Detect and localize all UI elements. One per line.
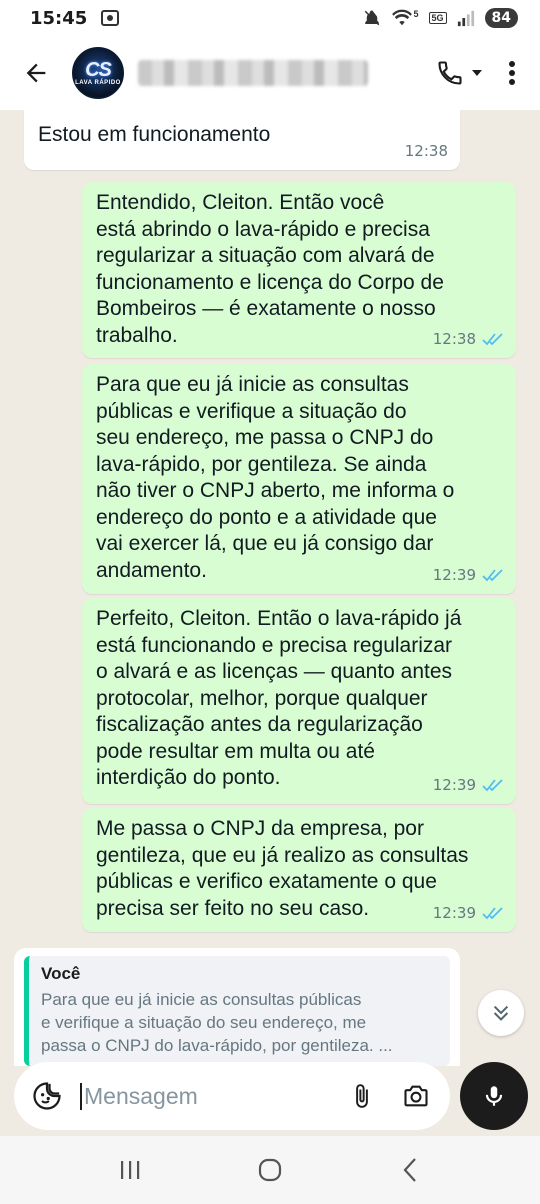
message-input[interactable] (80, 1082, 310, 1110)
contact-name-redacted[interactable] (138, 60, 368, 86)
voice-call-button[interactable] (432, 55, 488, 91)
contact-avatar[interactable]: CS LAVA RÁPIDO (72, 47, 124, 99)
read-receipt-icon (482, 569, 503, 582)
read-receipt-icon (482, 779, 503, 792)
read-receipt-icon (482, 333, 503, 346)
message-meta: 12:39 (433, 772, 504, 799)
message-text: Para que eu já inicie as consultas públi… (96, 373, 455, 582)
back-arrow-icon (26, 63, 46, 83)
chevron-down-icon (472, 70, 482, 76)
more-vert-icon (509, 61, 515, 85)
message-text: Estou em funcionamento (38, 123, 271, 146)
paperclip-icon (356, 1084, 368, 1108)
message-bubble-outgoing[interactable]: Para que eu já inicie as consultas públi… (82, 364, 516, 594)
message-time: 12:38 (404, 141, 448, 160)
sticker-icon (33, 1082, 61, 1110)
phone-icon (438, 61, 462, 85)
camera-icon (404, 1085, 428, 1107)
camera-button[interactable] (398, 1078, 434, 1114)
battery-level: 84 (484, 8, 518, 28)
header-actions (432, 55, 526, 91)
signal-icon (457, 10, 474, 27)
screen-record-icon (101, 10, 120, 26)
status-bar: 15:45 5 5G 84 (0, 0, 540, 36)
mute-icon (365, 10, 380, 26)
message-meta: 12:38 (433, 326, 504, 353)
quoted-message[interactable]: Você Para que eu já inicie as consultas … (24, 956, 450, 1066)
reply-quoted-text: Para que eu já inicie as consultas públi… (41, 990, 393, 1055)
avatar-logo-text: CS (85, 59, 112, 81)
network-type: 5G (428, 12, 447, 24)
wifi-badge: 5 (413, 9, 419, 19)
home-icon (258, 1158, 282, 1182)
message-text: Perfeito, Cleiton. Então o lava-rápido j… (96, 607, 462, 789)
message-bubble-outgoing[interactable]: Perfeito, Cleiton. Então o lava-rápido j… (82, 598, 516, 804)
recent-apps-button[interactable] (110, 1150, 150, 1190)
wifi-icon (392, 9, 413, 26)
more-options-button[interactable] (498, 55, 526, 91)
home-button[interactable] (250, 1150, 290, 1190)
back-nav-button[interactable] (390, 1150, 430, 1190)
read-receipt-icon (482, 907, 503, 920)
message-bubble-outgoing[interactable]: Entendido, Cleiton. Então você está abri… (82, 182, 516, 358)
system-navigation-bar (0, 1136, 540, 1204)
message-meta: 12:39 (433, 900, 504, 927)
message-bubble-outgoing[interactable]: Me passa o CNPJ da empresa, por gentilez… (82, 808, 516, 932)
attach-button[interactable] (344, 1078, 380, 1114)
recent-apps-icon (121, 1161, 140, 1179)
chat-message-list[interactable]: Estou em funcionamento 12:38 Entendido, … (0, 110, 540, 1136)
avatar-logo-subtext: LAVA RÁPIDO (75, 80, 121, 86)
microphone-icon (485, 1086, 503, 1106)
voice-message-button[interactable] (460, 1062, 528, 1130)
message-meta: 12:39 (433, 562, 504, 589)
message-time: 12:39 (432, 903, 476, 922)
status-icons: 5 5G 84 (363, 8, 518, 28)
message-composer (14, 1062, 450, 1130)
chat-header: CS LAVA RÁPIDO (0, 36, 540, 110)
sticker-button[interactable] (30, 1079, 64, 1113)
back-chevron-icon (403, 1158, 416, 1182)
double-chevron-down-icon (493, 1005, 509, 1021)
message-time: 12:39 (432, 565, 476, 584)
back-button[interactable] (18, 55, 54, 91)
message-meta: 12:38 (405, 138, 448, 165)
message-time: 12:38 (432, 329, 476, 348)
scroll-to-bottom-button[interactable] (478, 990, 524, 1036)
reply-author: Você (41, 964, 81, 983)
reply-preview[interactable]: Você Para que eu já inicie as consultas … (14, 948, 460, 1066)
status-time: 15:45 (30, 7, 88, 29)
message-time: 12:39 (432, 775, 476, 794)
message-bubble-incoming[interactable]: Estou em funcionamento 12:38 (24, 110, 460, 170)
